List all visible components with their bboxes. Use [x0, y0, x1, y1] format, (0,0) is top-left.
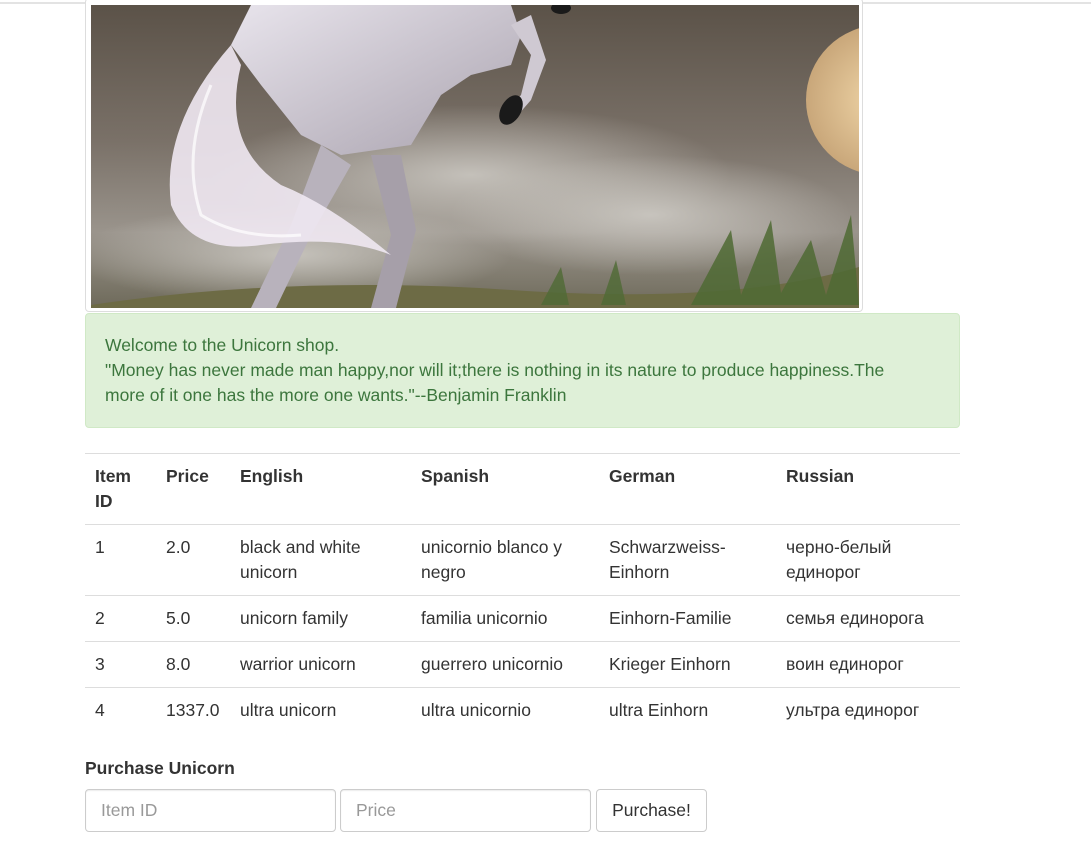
header-price: Price: [156, 453, 230, 525]
cell-item-id: 3: [85, 641, 156, 688]
unicorn-image-frame: [85, 0, 863, 312]
cell-english: black and white unicorn: [230, 524, 411, 596]
cell-english: ultra unicorn: [230, 687, 411, 733]
price-input[interactable]: [340, 789, 591, 832]
table-row: 2 5.0 unicorn family familia unicornio E…: [85, 595, 960, 642]
purchase-title: Purchase Unicorn: [85, 758, 235, 778]
cell-item-id: 1: [85, 524, 156, 596]
franklin-quote: "Money has never made man happy,nor will…: [105, 360, 885, 405]
table-header-row: Item ID Price English Spanish German Rus…: [85, 453, 960, 525]
unicorn-image: [91, 5, 859, 308]
table-row: 1 2.0 black and white unicorn unicornio …: [85, 524, 960, 596]
cell-german: Einhorn-Familie: [599, 595, 776, 642]
header-german: German: [599, 453, 776, 525]
cell-price: 1337.0: [156, 687, 230, 733]
item-id-input[interactable]: [85, 789, 336, 832]
table-row: 4 1337.0 ultra unicorn ultra unicornio u…: [85, 687, 960, 733]
cell-russian: семья единорога: [776, 595, 960, 642]
header-spanish: Spanish: [411, 453, 599, 525]
table-row: 3 8.0 warrior unicorn guerrero unicornio…: [85, 641, 960, 688]
header-russian: Russian: [776, 453, 960, 525]
cell-german: ultra Einhorn: [599, 687, 776, 733]
cell-english: unicorn family: [230, 595, 411, 642]
cell-spanish: unicornio blanco y negro: [411, 524, 599, 596]
purchase-button[interactable]: Purchase!: [596, 789, 707, 832]
cell-item-id: 4: [85, 687, 156, 733]
cell-spanish: guerrero unicornio: [411, 641, 599, 688]
cell-german: Krieger Einhorn: [599, 641, 776, 688]
cell-price: 5.0: [156, 595, 230, 642]
cell-spanish: ultra unicornio: [411, 687, 599, 733]
cell-price: 8.0: [156, 641, 230, 688]
header-item-id: Item ID: [85, 453, 156, 525]
cell-russian: воин единорог: [776, 641, 960, 688]
cell-german: Schwarzweiss-Einhorn: [599, 524, 776, 596]
cell-english: warrior unicorn: [230, 641, 411, 688]
cell-spanish: familia unicornio: [411, 595, 599, 642]
welcome-text: Welcome to the Unicorn shop.: [105, 335, 340, 355]
header-english: English: [230, 453, 411, 525]
unicorn-table: Item ID Price English Spanish German Rus…: [85, 453, 960, 733]
cell-item-id: 2: [85, 595, 156, 642]
cell-russian: ультра единорог: [776, 687, 960, 733]
cell-price: 2.0: [156, 524, 230, 596]
welcome-alert: Welcome to the Unicorn shop. "Money has …: [85, 313, 960, 428]
cell-russian: черно-белый единорог: [776, 524, 960, 596]
